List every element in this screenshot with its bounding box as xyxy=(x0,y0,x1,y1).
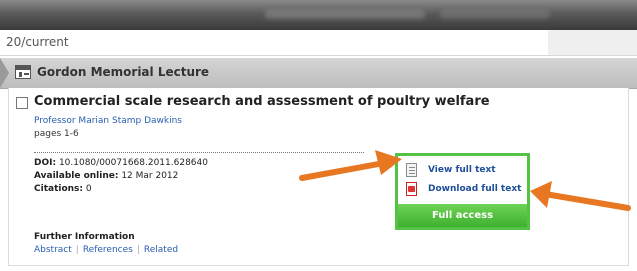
link-separator: | xyxy=(75,245,79,255)
doi-line: DOI: 10.1080/00071668.2011.628640 xyxy=(34,158,208,168)
blurred-title-text-secondary xyxy=(440,10,550,19)
further-information-label: Further Information xyxy=(34,232,135,242)
section-title: Gordon Memorial Lecture xyxy=(37,65,210,79)
view-full-text-link[interactable]: View full text xyxy=(428,165,496,175)
browser-title-bar xyxy=(0,0,637,30)
abstract-link[interactable]: Abstract xyxy=(34,245,72,255)
link-separator: | xyxy=(136,245,140,255)
journal-section-icon xyxy=(15,65,31,79)
citations-label: Citations: xyxy=(34,184,83,194)
document-icon xyxy=(406,163,417,177)
view-full-text-row[interactable]: View full text xyxy=(401,162,524,182)
address-bar[interactable]: 20/current xyxy=(0,30,548,56)
address-bar-extension xyxy=(548,30,637,56)
further-information-links: Abstract | References | Related xyxy=(34,245,178,255)
available-online-line: Available online: 12 Mar 2012 xyxy=(34,171,178,181)
section-notch xyxy=(0,58,9,88)
related-link[interactable]: Related xyxy=(144,245,178,255)
author-link[interactable]: Professor Marian Stamp Dawkins xyxy=(34,116,182,126)
article-pages: pages 1-6 xyxy=(34,129,79,139)
available-label: Available online: xyxy=(34,171,119,181)
available-value: 12 Mar 2012 xyxy=(118,171,179,181)
section-header: Gordon Memorial Lecture xyxy=(0,58,637,89)
citations-line: Citations: 0 xyxy=(34,184,92,194)
pdf-icon xyxy=(406,182,417,196)
references-link[interactable]: References xyxy=(83,245,133,255)
doi-value: 10.1080/00071668.2011.628640 xyxy=(56,158,208,168)
download-full-text-row[interactable]: Download full text xyxy=(401,181,524,201)
doi-label: DOI: xyxy=(34,158,57,168)
article-select-checkbox[interactable] xyxy=(16,97,28,109)
citations-value: 0 xyxy=(83,184,92,194)
full-access-button[interactable]: Full access xyxy=(398,204,527,227)
access-options-box: View full text Download full text Full a… xyxy=(395,153,530,230)
article-title[interactable]: Commercial scale research and assessment… xyxy=(34,94,490,109)
address-url: 20/current xyxy=(6,35,69,49)
divider xyxy=(34,152,364,153)
blurred-title-text xyxy=(265,10,425,19)
download-full-text-link[interactable]: Download full text xyxy=(428,184,521,194)
